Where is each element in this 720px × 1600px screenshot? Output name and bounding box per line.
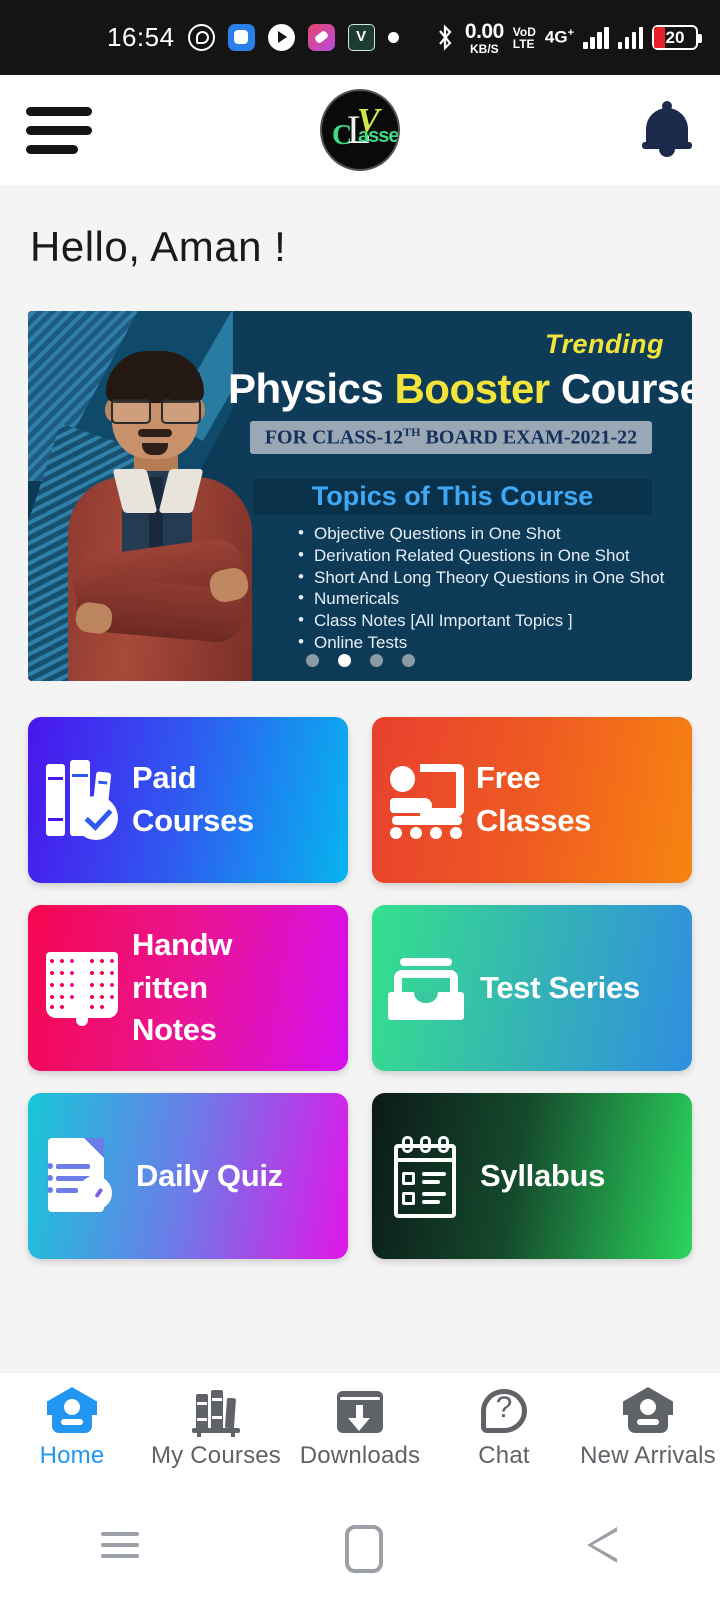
- volte-icon: VoD LTE: [513, 26, 536, 50]
- banner-subtitle: FOR CLASS-12TH BOARD EXAM-2021-22: [250, 421, 652, 454]
- nav-item-my-courses[interactable]: My Courses: [144, 1385, 288, 1470]
- feature-grid: Paid Courses Free Classes Handw ritten N…: [0, 681, 720, 1259]
- nav-label: Home: [39, 1442, 105, 1469]
- system-navigation-bar: [0, 1490, 720, 1600]
- carousel-dot[interactable]: [401, 654, 415, 667]
- signal-bars-sim2: [617, 26, 643, 49]
- network-speed-value: 0.00: [464, 19, 504, 43]
- daily-quiz-icon: [42, 1128, 120, 1224]
- test-series-icon: [386, 940, 464, 1036]
- hamburger-menu-icon[interactable]: [26, 103, 92, 157]
- tile-label: Syllabus: [480, 1157, 606, 1193]
- app-logo: C L V asses: [320, 89, 400, 171]
- home-icon: [44, 1385, 100, 1437]
- carousel-dot[interactable]: [369, 654, 383, 667]
- list-item: Derivation Related Questions in One Shot: [296, 544, 682, 567]
- list-item: Class Notes [All Important Topics ]: [296, 609, 682, 632]
- tile-test-series[interactable]: Test Series: [372, 905, 692, 1071]
- app-header: C L V asses: [0, 75, 720, 185]
- banner-title: Physics Booster Course: [228, 365, 692, 412]
- battery-percent: 20: [665, 27, 685, 47]
- paid-courses-icon: [42, 752, 120, 848]
- logo-text-asses: asses: [358, 125, 399, 147]
- carousel-dot-active[interactable]: [337, 654, 351, 667]
- tile-label: Paid Courses: [132, 760, 254, 838]
- back-triangle-icon[interactable]: [555, 1515, 645, 1575]
- carousel-dot[interactable]: [305, 654, 319, 667]
- bell-icon[interactable]: [640, 101, 694, 158]
- signal-bars-sim1: [583, 26, 609, 49]
- status-time: 16:54: [107, 22, 175, 52]
- tile-label: Test Series: [480, 969, 640, 1005]
- network-speed-unit: KB/S: [469, 41, 499, 56]
- free-classes-icon: [386, 752, 464, 848]
- tile-syllabus[interactable]: Syllabus: [372, 1093, 692, 1259]
- vn-app-icon: [347, 24, 375, 51]
- volte-line1: VoD: [512, 24, 536, 39]
- bottom-navigation: Home My Courses Downloads ? Chat New Arr…: [0, 1372, 720, 1490]
- banner-trending-label: Trending: [544, 329, 664, 359]
- list-item: Online Tests: [296, 631, 682, 654]
- banner-topics-heading: Topics of This Course: [253, 479, 652, 514]
- nav-item-downloads[interactable]: Downloads: [288, 1385, 432, 1470]
- list-item: Objective Questions in One Shot: [296, 522, 682, 545]
- home-new-icon: [620, 1385, 676, 1437]
- tile-daily-quiz[interactable]: Daily Quiz: [28, 1093, 348, 1259]
- tile-label: Handw ritten Notes: [132, 926, 233, 1048]
- nav-item-chat[interactable]: ? Chat: [432, 1385, 576, 1470]
- status-bar-left: 16:54: [22, 22, 399, 53]
- nav-label: My Courses: [150, 1442, 282, 1469]
- dot-notification-icon: [387, 32, 399, 43]
- books-icon: [188, 1385, 244, 1437]
- download-box-icon: [332, 1385, 388, 1437]
- tile-label: Free Classes: [476, 760, 592, 838]
- whatsapp-icon: [187, 24, 215, 51]
- status-bar: 16:54 0.00 KB/S VoD LTE 4G+: [0, 0, 720, 75]
- banner-topics-list: Objective Questions in One Shot Derivati…: [296, 522, 682, 654]
- video-player-icon: [267, 24, 295, 51]
- main-content: Hello, Aman ! Trending Physics Booster C…: [0, 185, 720, 1372]
- list-item: Short And Long Theory Questions in One S…: [296, 566, 682, 589]
- network-type-label: 4G+: [544, 27, 574, 47]
- recents-icon[interactable]: [75, 1515, 165, 1575]
- tile-handwritten-notes[interactable]: Handw ritten Notes: [28, 905, 348, 1071]
- logo-wordmark: C L V asses: [326, 100, 398, 160]
- nav-label: Chat: [478, 1442, 530, 1469]
- status-bar-right: 0.00 KB/S VoD LTE 4G+ 20: [434, 21, 702, 55]
- nav-item-new-arrivals[interactable]: New Arrivals: [576, 1385, 720, 1470]
- list-item: Numericals: [296, 587, 682, 610]
- banner-slide[interactable]: Trending Physics Booster Course FOR CLAS…: [28, 311, 692, 681]
- syllabus-icon: [386, 1128, 464, 1224]
- nav-label: New Arrivals: [580, 1442, 716, 1469]
- tile-label: Daily Quiz: [136, 1157, 283, 1193]
- bluetooth-icon: [439, 24, 452, 51]
- volte-line2: LTE: [512, 36, 535, 51]
- app-screen: 16:54 0.00 KB/S VoD LTE 4G+: [0, 0, 720, 1600]
- blue-app-icon: [227, 24, 255, 51]
- editor-app-icon: [307, 24, 335, 51]
- handwritten-notes-icon: [42, 940, 120, 1036]
- tile-free-classes[interactable]: Free Classes: [372, 717, 692, 883]
- home-square-icon[interactable]: [315, 1515, 405, 1575]
- nav-item-home[interactable]: Home: [0, 1385, 144, 1470]
- tile-paid-courses[interactable]: Paid Courses: [28, 717, 348, 883]
- page-title: Hello, Aman !: [30, 223, 287, 270]
- nav-label: Downloads: [299, 1442, 421, 1469]
- battery-icon: 20: [652, 25, 702, 50]
- carousel-dots[interactable]: [28, 654, 692, 667]
- network-speed: 0.00 KB/S: [465, 21, 504, 55]
- banner-carousel[interactable]: Trending Physics Booster Course FOR CLAS…: [28, 311, 692, 681]
- question-chat-icon: ?: [476, 1385, 532, 1437]
